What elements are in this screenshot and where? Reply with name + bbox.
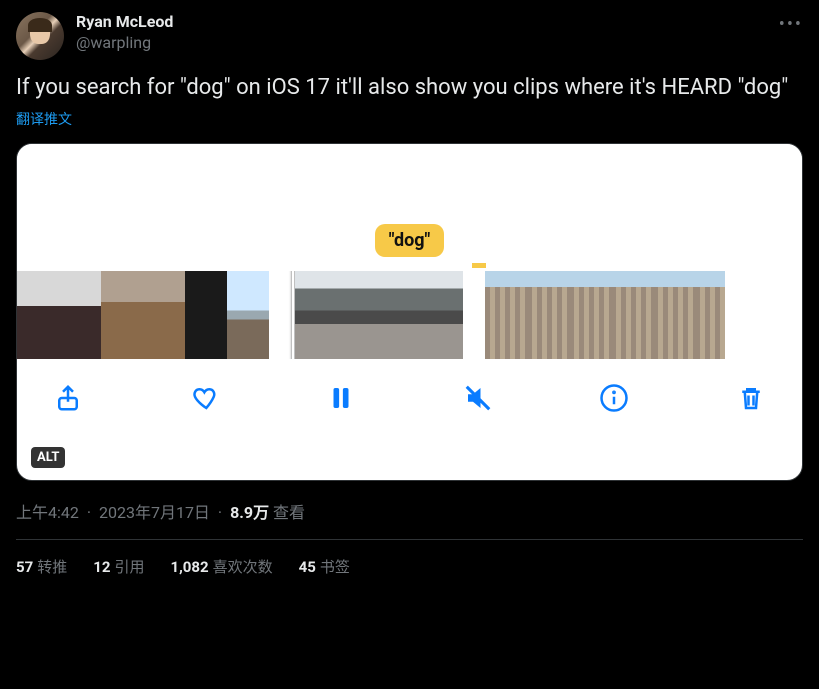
video-frame [185,271,227,359]
video-frame [143,271,185,359]
bookmarks-count: 45 [299,558,316,576]
translate-link[interactable]: 翻译推文 [16,109,72,129]
avatar[interactable] [16,12,64,60]
tweet-stats: 57转推 12引用 1,082 喜欢次数 45书签 [16,540,803,577]
video-frame [379,271,421,359]
video-frame [485,271,527,359]
separator: · [87,503,91,522]
pause-icon[interactable] [326,383,356,417]
quotes-count: 12 [93,558,110,576]
quotes-label: 引用 [114,558,144,576]
search-highlight-row: "dog" [17,224,802,263]
video-frame [611,271,653,359]
media-toolbar [17,359,802,431]
author-names: Ryan McLeod @warpling [76,12,173,54]
video-frame [227,271,269,359]
alt-badge[interactable]: ALT [31,447,65,468]
share-icon[interactable] [53,383,83,417]
video-frame [59,271,101,359]
tweet-container: ••• Ryan McLeod @warpling If you search … [0,0,819,589]
clip-group-2[interactable] [291,271,463,359]
tweet-time[interactable]: 上午4:42 [16,503,79,522]
video-frame [653,271,695,359]
mute-icon[interactable] [463,383,493,417]
display-name[interactable]: Ryan McLeod [76,12,173,33]
more-options-button[interactable]: ••• [779,14,803,35]
likes-label: 喜欢次数 [213,558,273,576]
retweets-label: 转推 [37,558,67,576]
trash-icon[interactable] [736,383,766,417]
video-frame [17,271,59,359]
tweet-meta: 上午4:42 · 2023年7月17日 · 8.9万 查看 [16,499,803,540]
search-term-badge: "dog" [375,224,445,257]
clip-group-3[interactable] [485,271,725,359]
media-card[interactable]: "dog" [16,143,803,481]
quotes-stat[interactable]: 12引用 [93,556,144,577]
tweet-text: If you search for "dog" on iOS 17 it'll … [16,74,803,103]
bookmarks-label: 书签 [320,558,350,576]
retweets-count: 57 [16,558,33,576]
media-blank-area [17,144,802,224]
clip-group-1[interactable] [17,271,269,359]
user-handle[interactable]: @warpling [76,33,173,54]
video-frame [295,271,337,359]
video-frame [101,271,143,359]
heart-icon[interactable] [190,383,220,417]
video-frame [569,271,611,359]
tweet-header: Ryan McLeod @warpling [16,12,803,60]
video-frame [527,271,569,359]
retweets-stat[interactable]: 57转推 [16,556,67,577]
bookmarks-stat[interactable]: 45书签 [299,556,350,577]
timeline-marker [17,263,802,271]
video-timeline[interactable] [17,271,802,359]
info-icon[interactable] [599,383,629,417]
views-label-text: 查看 [273,503,305,522]
likes-stat[interactable]: 1,082 喜欢次数 [170,556,272,577]
separator: · [218,503,222,522]
video-frame [695,271,725,359]
views-count[interactable]: 8.9万 [230,503,269,522]
video-frame [337,271,379,359]
likes-count: 1,082 [170,558,208,576]
tweet-date[interactable]: 2023年7月17日 [99,503,210,522]
video-frame [421,271,463,359]
